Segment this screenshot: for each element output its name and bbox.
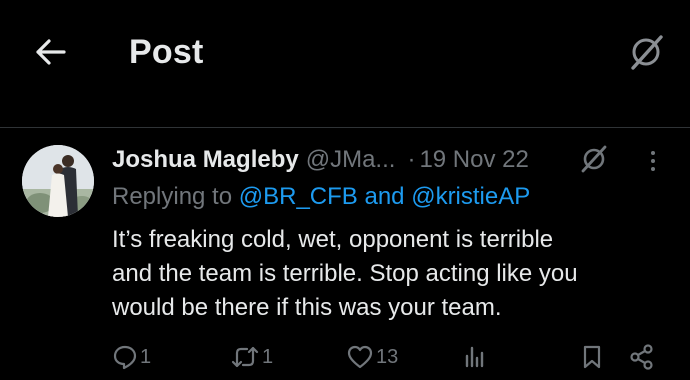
grok-button[interactable] [620, 28, 672, 76]
top-bar: Post [0, 0, 690, 104]
grok-post-button[interactable] [577, 142, 611, 176]
avatar[interactable] [22, 145, 94, 217]
more-dot-icon [651, 167, 655, 171]
repost-icon [231, 346, 259, 368]
reply-icon [113, 345, 137, 370]
repost-count: 1 [262, 345, 274, 368]
reply-count: 1 [140, 345, 152, 368]
more-dot-icon [651, 151, 655, 155]
grok-icon [631, 35, 663, 70]
more-dot-icon [651, 159, 655, 163]
heart-icon [347, 345, 373, 369]
app-window: Post Joshua Magleby @JMa... · 19 Nov 22 [0, 0, 690, 380]
post-text-line: and the team is terrible. Stop acting li… [112, 260, 578, 287]
replying-prefix: Replying to [112, 183, 233, 210]
share-icon [630, 344, 653, 370]
bookmark-button[interactable] [580, 340, 604, 374]
views-icon [465, 346, 484, 368]
bookmark-icon [583, 345, 601, 369]
reply-button[interactable]: 1 [112, 340, 151, 374]
like-count: 13 [376, 345, 399, 368]
mention-and[interactable]: and [364, 183, 404, 210]
separator-dot: · [407, 146, 416, 173]
page-title: Post [129, 33, 204, 71]
mention-link[interactable]: @BR_CFB [239, 183, 358, 210]
post-text: It’s freaking cold, wet, opponent is ter… [112, 223, 682, 325]
back-button[interactable] [26, 30, 74, 74]
post-text-line: It’s freaking cold, wet, opponent is ter… [112, 226, 554, 253]
like-button[interactable]: 13 [346, 340, 398, 374]
grok-icon [581, 145, 607, 173]
post-date[interactable]: 19 Nov 22 [419, 143, 528, 177]
display-name[interactable]: Joshua Magleby [112, 143, 299, 177]
post-actions: 1 1 13 [0, 340, 690, 374]
views-button[interactable] [462, 340, 488, 374]
repost-button[interactable]: 1 [230, 340, 273, 374]
divider [0, 127, 690, 128]
post-header: Joshua Magleby @JMa... · 19 Nov 22 [112, 143, 529, 177]
avatar-photo [22, 145, 94, 217]
back-arrow-icon [36, 39, 66, 65]
user-handle[interactable]: @JMa... [306, 143, 396, 177]
more-options-button[interactable] [640, 146, 666, 176]
post-text-line: would be there if this was your team. [112, 294, 502, 321]
mention-link[interactable]: @kristieAP [411, 183, 530, 210]
replying-to: Replying to @BR_CFB and @kristieAP [112, 180, 530, 214]
share-button[interactable] [628, 340, 656, 374]
